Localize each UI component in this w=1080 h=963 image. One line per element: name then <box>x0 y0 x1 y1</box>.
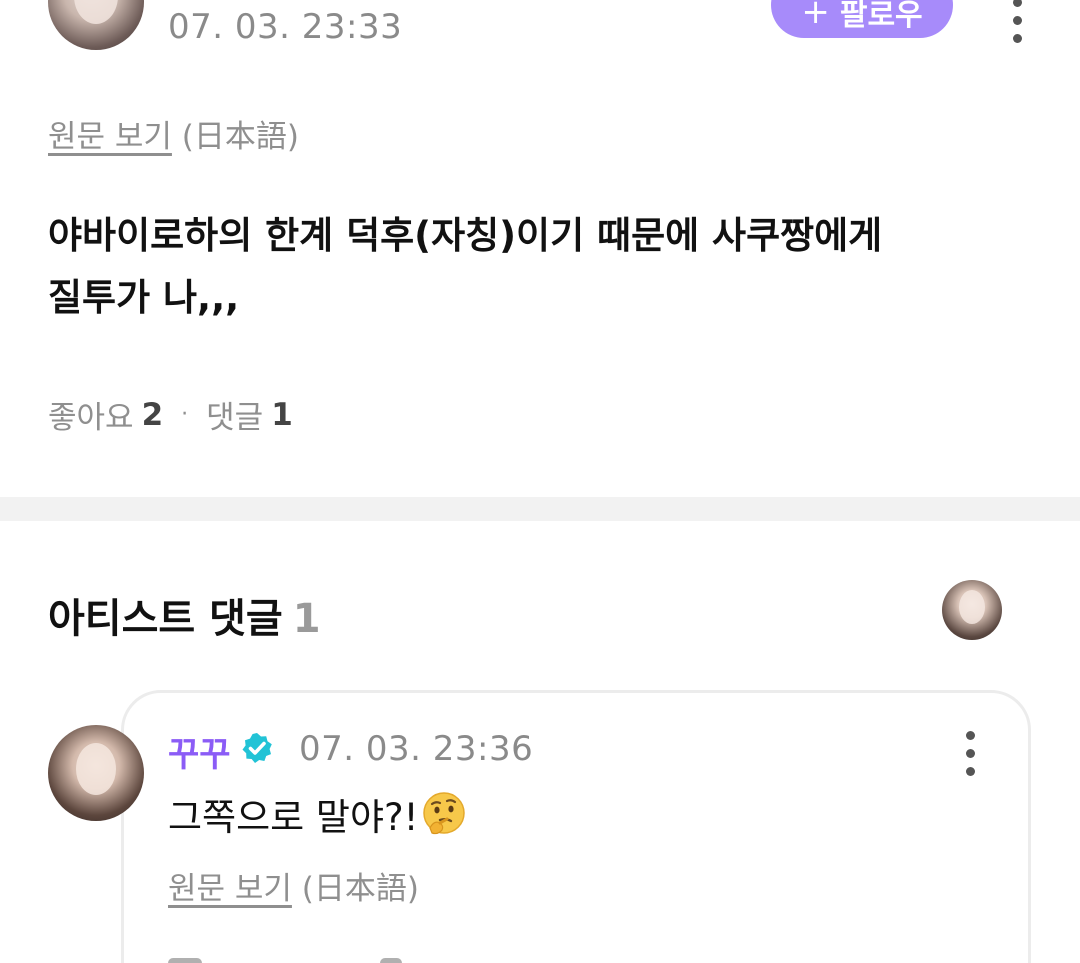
artist-comments-count: 1 <box>292 596 321 642</box>
post-original-language: (日本語) <box>181 119 299 155</box>
comment-author-name[interactable]: 꾸꾸 <box>168 727 231 776</box>
post-stats: 좋아요 2 · 댓글 1 <box>48 392 293 437</box>
post-timestamp: 07. 03. 23:33 <box>168 7 403 47</box>
comments-label[interactable]: 댓글 <box>206 392 263 437</box>
likes-label[interactable]: 좋아요 <box>48 392 134 437</box>
comments-count: 1 <box>271 396 293 433</box>
stats-separator: · <box>181 402 189 427</box>
comment-text: 그쪽으로 말야?! <box>168 796 419 839</box>
post-translate-row: 원문 보기 (日本語) <box>48 111 299 156</box>
post-body: 야바이로하의 한계 덕후(자칭)이기 때문에 사쿠짱에게 질투가 나,,, <box>48 205 1038 329</box>
verified-badge-icon <box>242 733 272 763</box>
post-author-avatar[interactable] <box>48 0 144 50</box>
comment-more-options-icon[interactable] <box>960 731 980 776</box>
likes-count: 2 <box>141 396 164 433</box>
section-divider <box>0 497 1080 521</box>
artist-avatar[interactable] <box>942 580 1002 640</box>
comment-author-avatar[interactable] <box>48 725 144 821</box>
post-view-original-link[interactable]: 원문 보기 <box>48 119 172 155</box>
post-detail-page: 07. 03. 23:33 + 팔로우 원문 보기 (日本語) 야바이로하의 한… <box>0 0 1080 963</box>
plus-icon: + <box>801 0 830 32</box>
comment-original-language: (日本語) <box>301 871 419 907</box>
artist-comments-label: 아티스트 댓글 <box>48 596 283 642</box>
comment-actions-row-partial <box>168 952 408 963</box>
comment-body: 그쪽으로 말야?! <box>168 787 468 841</box>
comment-view-original-link[interactable]: 원문 보기 <box>168 871 292 907</box>
post-body-line-1: 야바이로하의 한계 덕후(자칭)이기 때문에 사쿠짱에게 <box>48 214 883 257</box>
post-body-line-2: 질투가 나,,, <box>48 276 240 319</box>
artist-comments-title: 아티스트 댓글 1 <box>48 586 321 644</box>
follow-label: 팔로우 <box>839 0 923 33</box>
follow-button[interactable]: + 팔로우 <box>771 0 953 38</box>
comment-translate-row: 원문 보기 (日本語) <box>168 863 419 908</box>
comment-timestamp: 07. 03. 23:36 <box>299 729 534 769</box>
post-more-options-icon[interactable] <box>1007 0 1027 43</box>
thinking-face-icon <box>423 792 466 835</box>
